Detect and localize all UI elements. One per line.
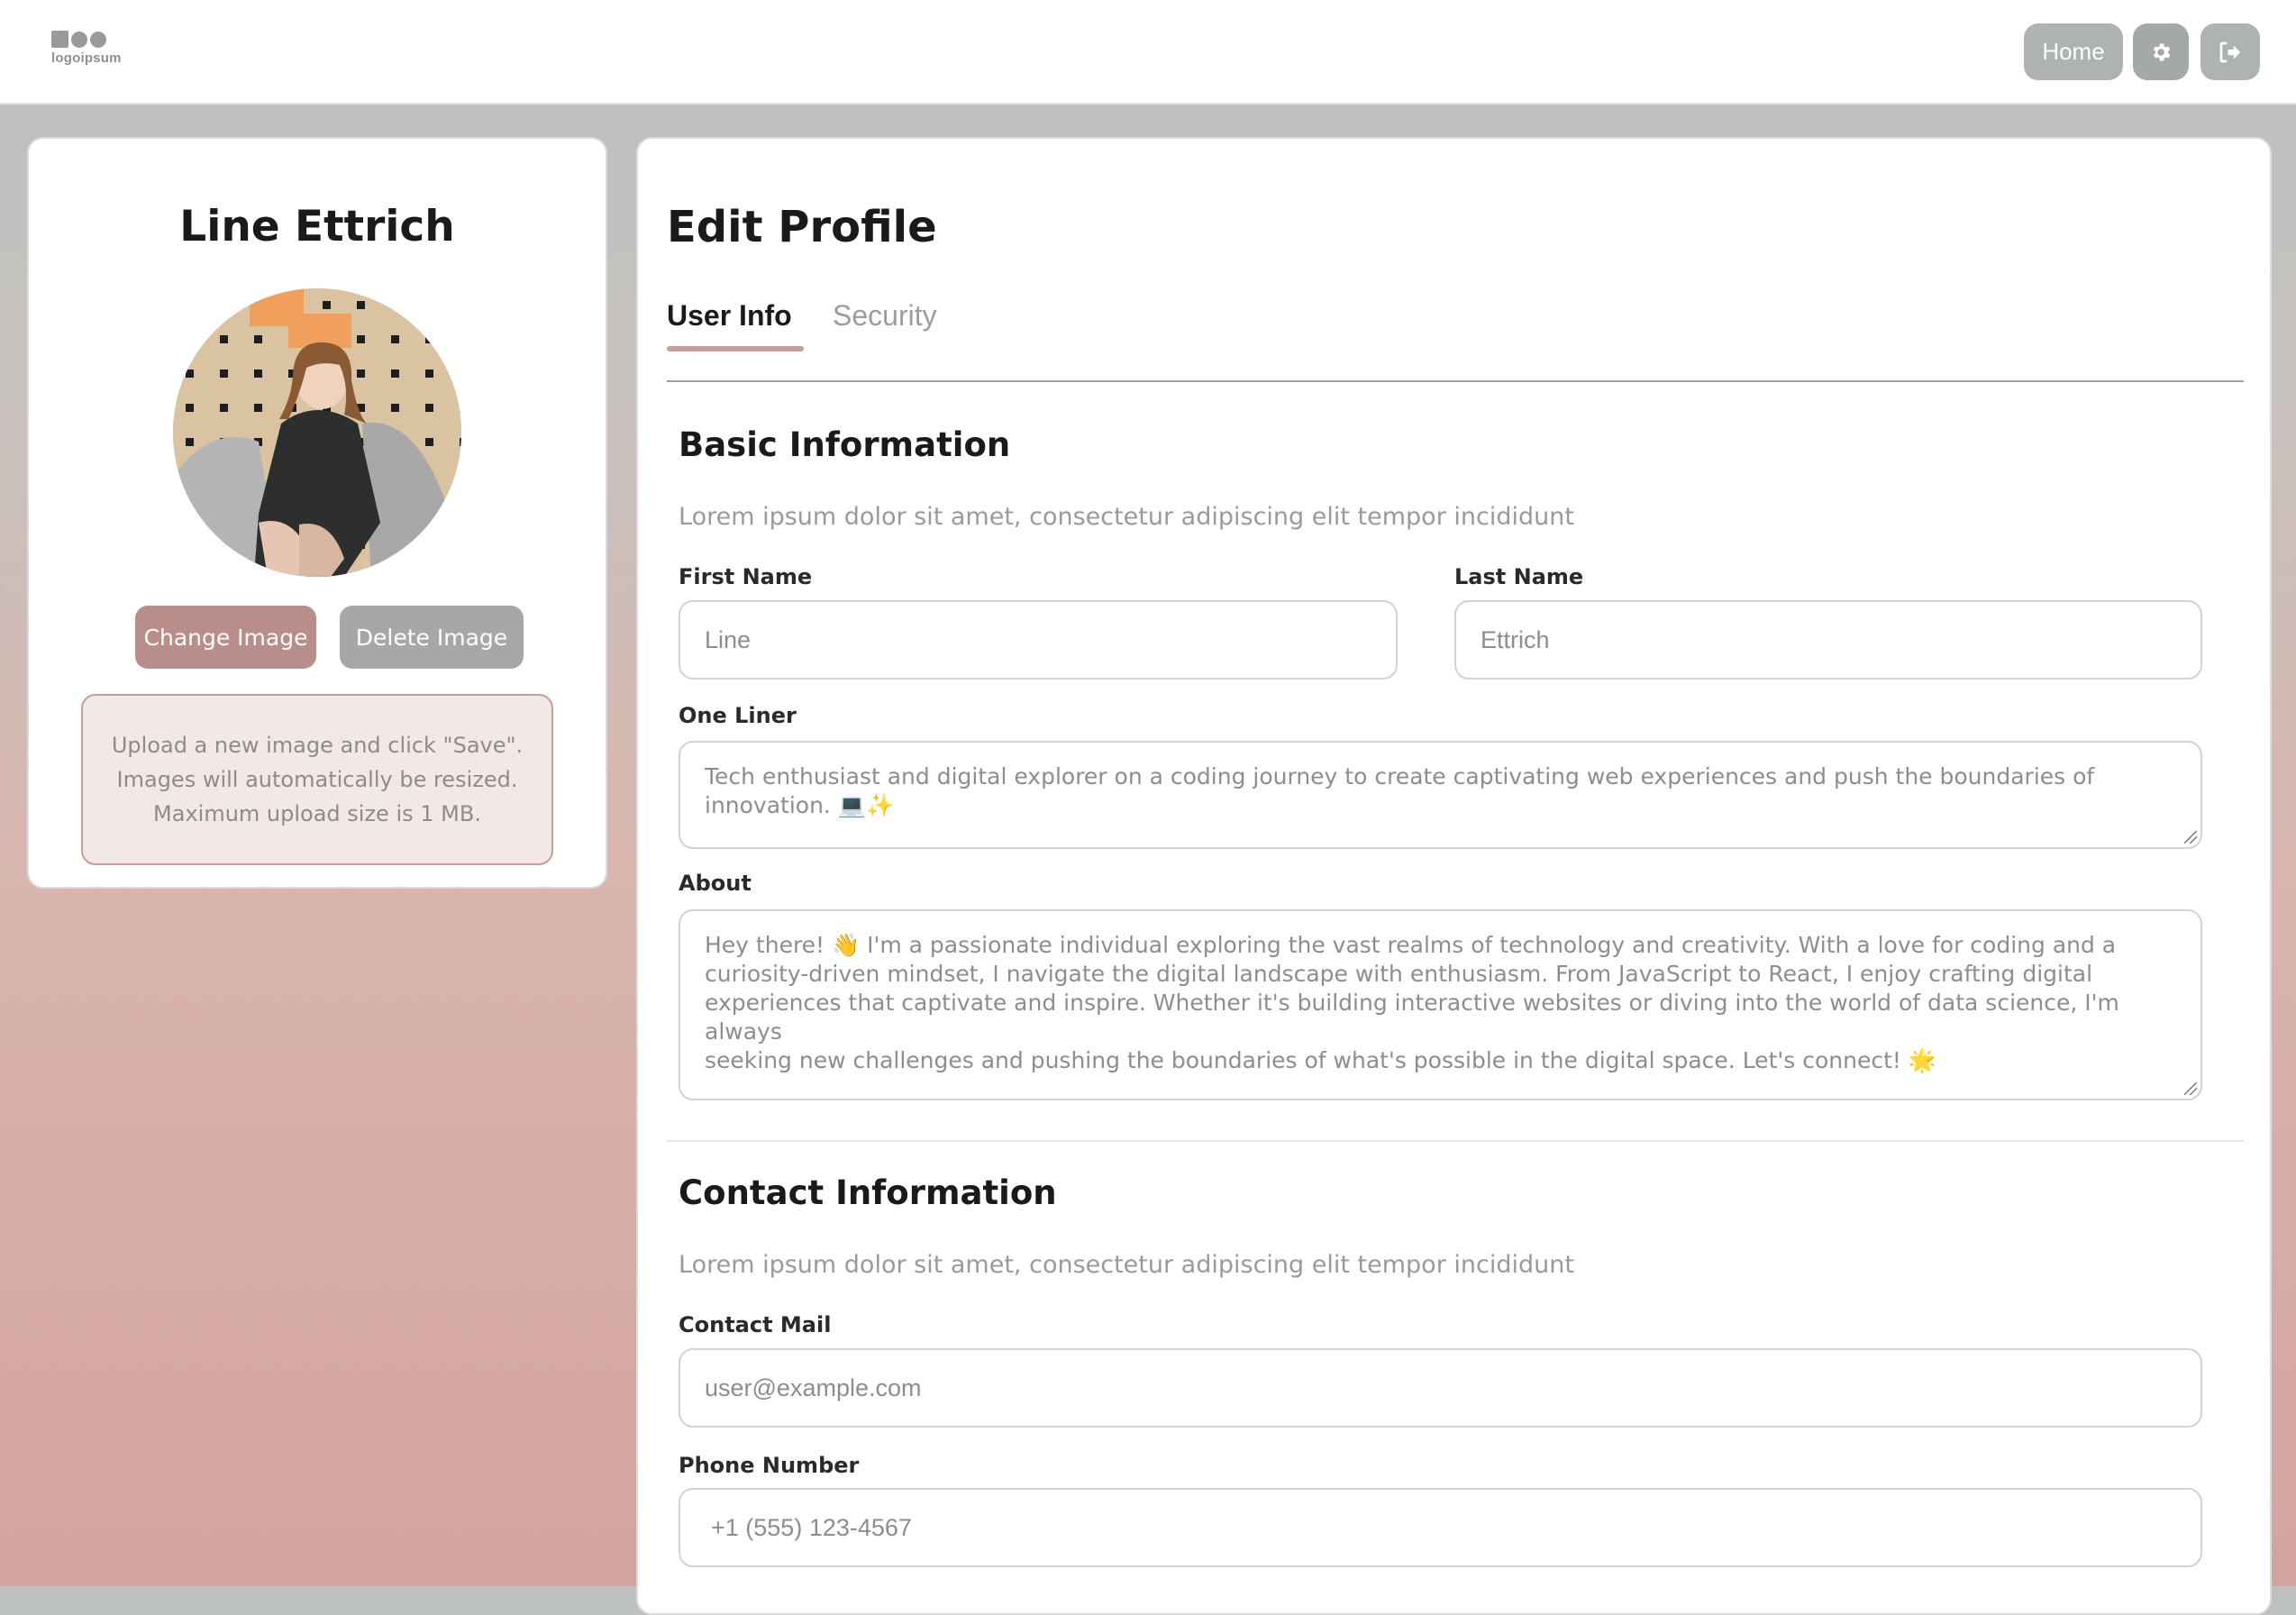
upload-info-line: Maximum upload size is 1 MB. [153,801,481,826]
home-button[interactable]: Home [2024,23,2123,80]
logo-text: logoipsum [51,50,122,66]
resize-handle-icon[interactable] [2184,831,2197,844]
upload-info-box: Upload a new image and click "Save". Ima… [81,694,553,865]
about-text: Hey there! 👋 I'm a passionate individual… [705,932,2117,958]
phone-number-field[interactable]: +1 (555) 123-4567 [679,1488,2202,1567]
basic-info-title: Basic Information [679,425,1011,464]
first-name-field[interactable]: Line [679,600,1398,680]
avatar [173,288,461,577]
tab-user-info[interactable]: User Info [667,299,792,333]
about-text: seeking new challenges and pushing the b… [705,1047,1936,1073]
logo[interactable]: logoipsum [51,31,159,76]
one-liner-textarea[interactable]: Tech enthusiast and digital explorer on … [679,741,2202,849]
top-bar: logoipsum Home [0,0,2296,105]
contact-mail-field[interactable]: user@example.com [679,1348,2202,1428]
first-name-label: First Name [679,564,813,589]
one-liner-text: Tech enthusiast and digital explorer on … [705,763,2095,789]
basic-info-description: Lorem ipsum dolor sit amet, consectetur … [679,503,1574,531]
settings-button[interactable] [2133,23,2189,80]
upload-info-line: Images will automatically be resized. [116,767,518,792]
profile-name: Line Ettrich [179,202,455,251]
sign-out-icon [2219,41,2241,62]
last-name-field[interactable]: Ettrich [1454,600,2202,680]
about-text: experiences that captivate and inspire. … [705,990,2119,1045]
resize-handle-icon[interactable] [2184,1082,2197,1095]
section-divider [667,1140,2244,1142]
logo-mark-icon [51,31,159,48]
last-name-label: Last Name [1454,564,1584,589]
upload-info-line: Upload a new image and click "Save". [111,733,524,758]
about-label: About [679,871,752,896]
contact-info-title: Contact Information [679,1173,1057,1212]
one-liner-label: One Liner [679,703,797,728]
page-title: Edit Profile [667,202,937,252]
active-tab-indicator [667,346,804,351]
phone-number-label: Phone Number [679,1453,860,1478]
edit-profile-card: Edit Profile User Info Security Basic In… [636,137,2272,1615]
about-text: curiosity-driven mindset, I navigate the… [705,961,2093,987]
delete-image-button[interactable]: Delete Image [340,606,524,669]
tabs-divider [667,380,2244,382]
change-image-button[interactable]: Change Image [135,606,316,669]
gear-icon [2153,42,2171,61]
contact-info-description: Lorem ipsum dolor sit amet, consectetur … [679,1251,1574,1279]
logout-button[interactable] [2200,23,2260,80]
tab-security[interactable]: Security [833,299,937,333]
about-textarea[interactable]: Hey there! 👋 I'm a passionate individual… [679,909,2202,1100]
contact-mail-label: Contact Mail [679,1312,832,1337]
profile-card: Line Ettrich Change Image Delete Image U… [27,137,607,889]
one-liner-text: innovation. 💻✨ [705,792,895,818]
